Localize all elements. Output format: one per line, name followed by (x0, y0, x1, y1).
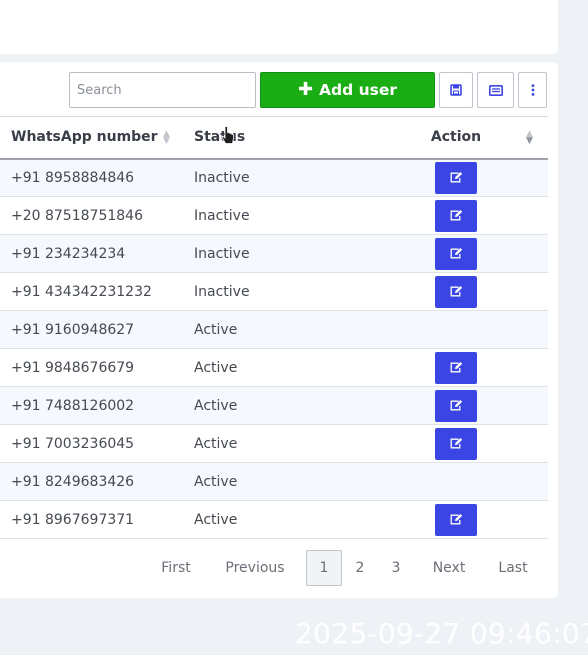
search-input[interactable] (69, 72, 256, 108)
pagination: First Previous 1 2 3 Next Last (148, 550, 542, 586)
table-row: +91 7003236045 Active (0, 425, 548, 463)
edit-icon (450, 172, 462, 183)
action-cell (364, 387, 548, 425)
table-row: +91 234234234 Inactive (0, 234, 548, 273)
pagination-next[interactable]: Next (414, 550, 484, 586)
hand-cursor-icon (221, 126, 234, 144)
whatsapp-number-cell: +91 434342231232 (11, 283, 152, 300)
pagination-first[interactable]: First (148, 550, 204, 586)
table-row: +91 7488126002 Active (0, 386, 548, 425)
top-panel (0, 0, 558, 54)
plus-icon: ✚ (297, 79, 314, 100)
edit-button[interactable] (435, 503, 477, 536)
whatsapp-number-cell: +91 8958884846 (11, 169, 135, 186)
whatsapp-number-cell: +91 234234234 (11, 245, 126, 262)
action-cell (364, 349, 548, 387)
users-table: WhatsApp number ▲ ▼ Status ▲ ▼ Action +91 … (0, 116, 548, 539)
status-cell: Inactive (194, 169, 250, 186)
table-row: +91 8967697371 Active (0, 501, 548, 539)
action-cell (364, 159, 548, 197)
whatsapp-number-cell: +91 7003236045 (11, 435, 135, 452)
table-row: +20 87518751846 Inactive (0, 197, 548, 235)
pagination-page-3[interactable]: 3 (378, 550, 414, 586)
pagination-previous[interactable]: Previous (204, 550, 306, 586)
edit-button[interactable] (435, 351, 477, 384)
add-user-button[interactable]: ✚ Add user (260, 72, 435, 108)
header-status[interactable]: Status ▲ ▼ (182, 116, 533, 160)
pagination-page-1[interactable]: 1 (306, 550, 342, 586)
table-header-row: WhatsApp number ▲ ▼ Status ▲ ▼ Action (0, 116, 548, 160)
edit-button[interactable] (435, 161, 477, 194)
edit-icon (450, 210, 462, 221)
status-cell: Inactive (194, 207, 250, 224)
action-cell (364, 463, 548, 501)
pagination-last[interactable]: Last (484, 550, 542, 586)
columns-icon (488, 84, 503, 96)
edit-icon (450, 362, 462, 373)
edit-button[interactable] (435, 199, 477, 232)
edit-icon (450, 438, 462, 449)
kebab-menu-icon (531, 84, 534, 96)
sort-icon: ▲ ▼ (163, 129, 170, 146)
action-cell (364, 425, 548, 463)
table-row: +91 9848676679 Active (0, 349, 548, 387)
edit-icon (450, 400, 462, 411)
whatsapp-number-cell: +20 87518751846 (11, 207, 143, 224)
status-cell: Active (194, 397, 238, 414)
table-row: +91 8249683426 Active (0, 462, 548, 501)
action-cell (364, 235, 548, 273)
whatsapp-number-cell: +91 8249683426 (11, 473, 135, 490)
add-user-label: Add user (319, 81, 398, 99)
status-cell: Inactive (194, 245, 250, 262)
status-cell: Active (194, 473, 238, 490)
columns-button[interactable] (477, 72, 514, 108)
table-row: +91 9160948627 Active (0, 310, 548, 349)
edit-button[interactable] (435, 427, 477, 460)
save-button[interactable] (439, 72, 473, 108)
action-cell (364, 501, 548, 539)
action-cell (364, 197, 548, 235)
edit-button[interactable] (435, 275, 477, 308)
table-toolbar: ✚ Add user (69, 72, 547, 108)
edit-icon (450, 514, 462, 525)
more-options-button[interactable] (518, 72, 547, 108)
header-action: Action (364, 116, 548, 160)
status-cell: Active (194, 435, 238, 452)
save-icon (450, 84, 462, 96)
timestamp-overlay: 2025-09-27 09:46:07 (295, 617, 588, 650)
status-cell: Active (194, 321, 238, 338)
status-cell: Active (194, 359, 238, 376)
status-cell: Active (194, 511, 238, 528)
whatsapp-number-cell: +91 8967697371 (11, 511, 135, 528)
action-cell (364, 273, 548, 311)
table-row: +91 434342231232 Inactive (0, 273, 548, 311)
edit-button[interactable] (435, 389, 477, 422)
pagination-page-2[interactable]: 2 (342, 550, 378, 586)
header-whatsapp-number[interactable]: WhatsApp number ▲ ▼ (0, 116, 182, 160)
table-row: +91 8958884846 Inactive (0, 158, 548, 197)
edit-button[interactable] (435, 237, 477, 270)
users-panel: ✚ Add user (0, 62, 558, 598)
whatsapp-number-cell: +91 9848676679 (11, 359, 135, 376)
edit-icon (450, 248, 462, 259)
edit-icon (450, 286, 462, 297)
status-cell: Inactive (194, 283, 250, 300)
action-cell (364, 311, 548, 349)
whatsapp-number-cell: +91 9160948627 (11, 321, 135, 338)
whatsapp-number-cell: +91 7488126002 (11, 397, 135, 414)
